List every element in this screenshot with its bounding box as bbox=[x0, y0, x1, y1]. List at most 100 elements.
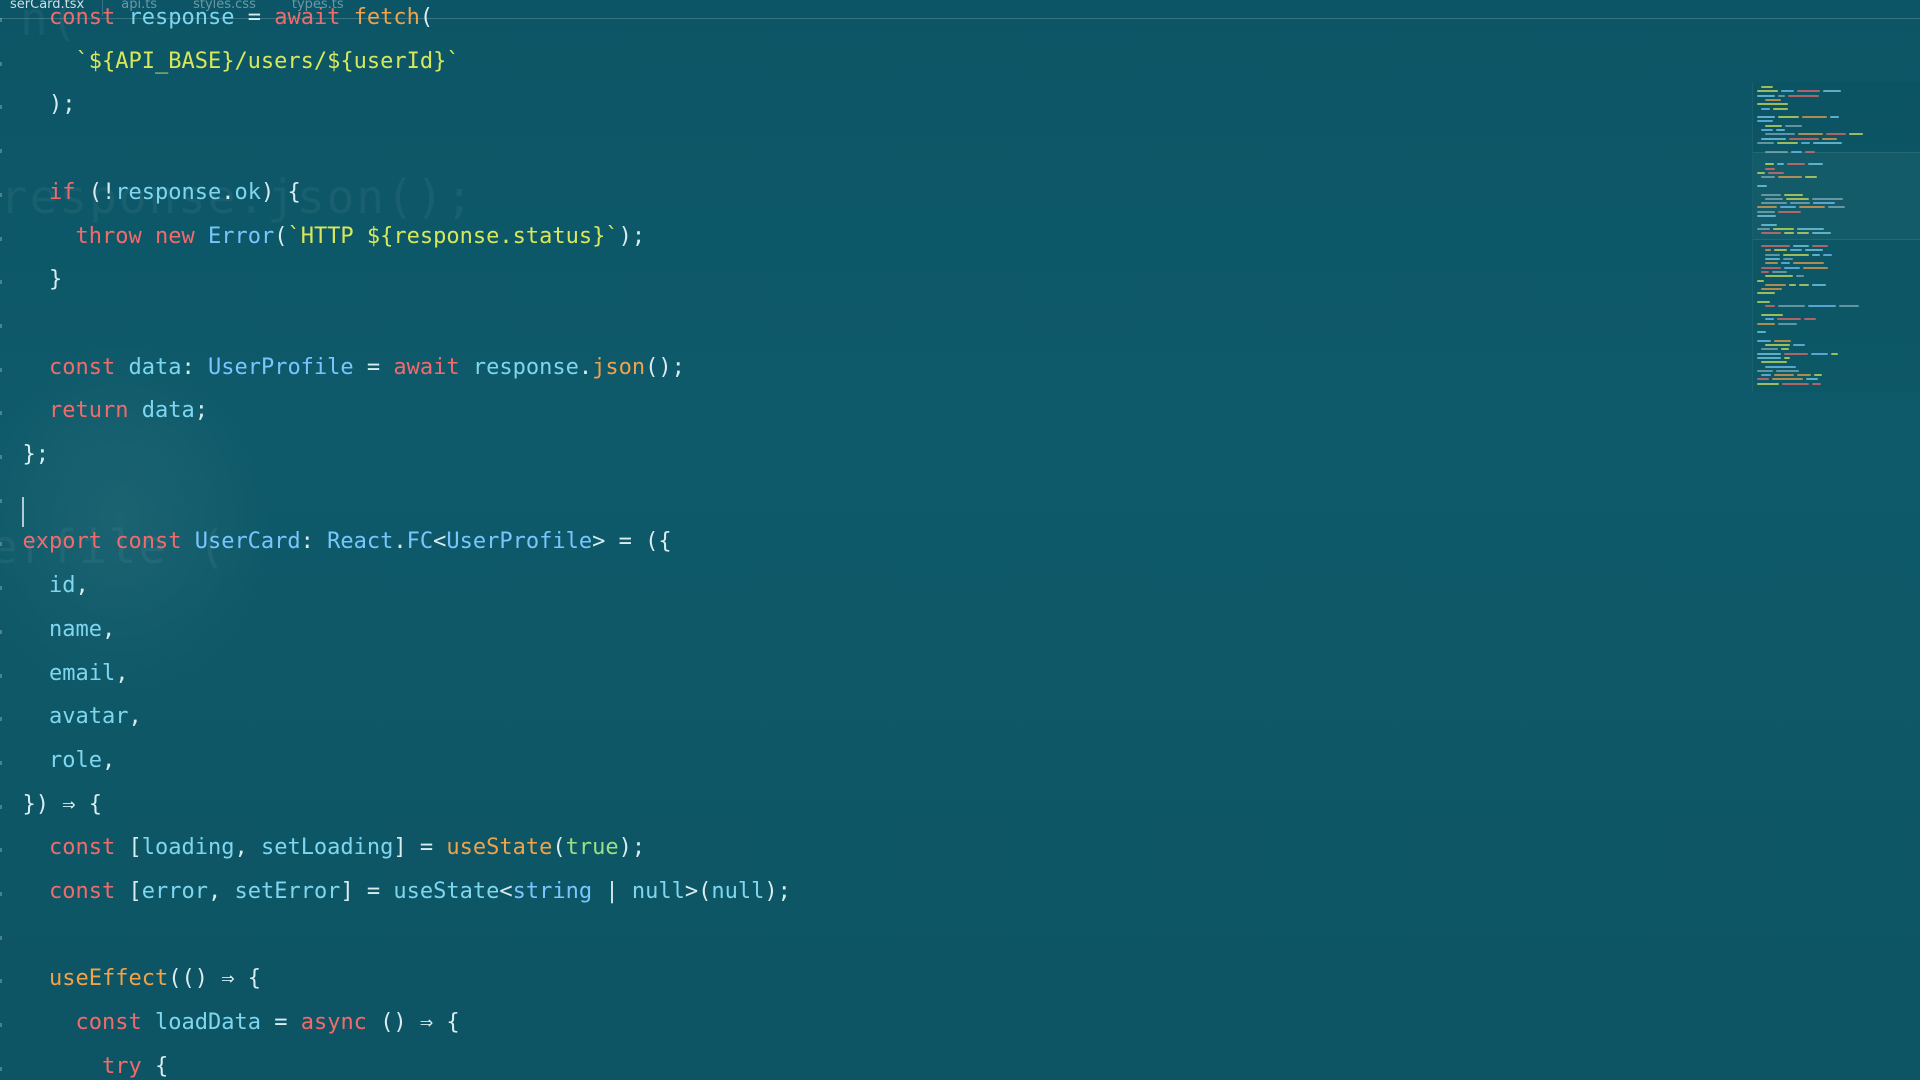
minimap-code-line bbox=[1786, 197, 1809, 200]
minimap-viewport[interactable] bbox=[1753, 152, 1920, 240]
gutter-marker bbox=[0, 586, 2, 591]
code-line[interactable]: name, bbox=[49, 608, 115, 652]
code-line[interactable]: `${API_BASE}/users/${userId}` bbox=[76, 40, 460, 84]
code-token: avatar bbox=[49, 704, 129, 730]
minimap-code-line bbox=[1761, 348, 1778, 351]
minimap-code-line bbox=[1808, 305, 1836, 308]
minimap-code-line bbox=[1757, 339, 1771, 342]
code-token: , bbox=[101, 616, 116, 642]
minimap-code-line bbox=[1812, 197, 1843, 200]
code-line[interactable]: const [loading, setLoading] = useState(t… bbox=[49, 826, 645, 870]
code-line[interactable]: const [error, setError] = useState<strin… bbox=[49, 870, 791, 914]
code-line[interactable]: }; bbox=[23, 433, 50, 477]
minimap-code-line bbox=[1765, 365, 1796, 368]
minimap-code-line bbox=[1761, 288, 1782, 291]
code-token: < bbox=[433, 529, 447, 555]
minimap-code-line bbox=[1778, 322, 1797, 325]
code-token: , bbox=[207, 879, 235, 904]
code-line[interactable]: useEffect(() ⇒ { bbox=[49, 957, 261, 1001]
code-line[interactable]: avatar, bbox=[49, 695, 142, 739]
code-token: UserProfile bbox=[207, 354, 354, 380]
code-token: ok bbox=[234, 179, 261, 205]
minimap-code-line bbox=[1768, 172, 1784, 174]
code-line[interactable]: const data: UserProfile = await response… bbox=[49, 346, 685, 390]
minimap-code-line bbox=[1761, 137, 1786, 140]
gutter-marker bbox=[0, 804, 2, 809]
minimap-code-line bbox=[1806, 378, 1818, 381]
code-token: json bbox=[592, 354, 646, 380]
code-token: { bbox=[154, 1053, 169, 1079]
minimap-code-line bbox=[1761, 245, 1790, 248]
minimap-code-line bbox=[1765, 98, 1781, 101]
code-line[interactable]: if (!response.ok) { bbox=[49, 171, 301, 215]
code-line[interactable]: role, bbox=[49, 739, 115, 783]
minimap-code-line bbox=[1757, 141, 1774, 144]
minimap-code-line bbox=[1757, 94, 1775, 97]
minimap[interactable] bbox=[1752, 82, 1920, 392]
minimap-code-line bbox=[1761, 223, 1777, 226]
code-token: (! bbox=[88, 179, 116, 205]
minimap-code-line bbox=[1765, 305, 1775, 308]
code-line[interactable]: } bbox=[49, 258, 62, 302]
code-token: . bbox=[393, 529, 407, 555]
gutter-marker bbox=[0, 673, 2, 678]
code-token: setLoading bbox=[260, 835, 394, 861]
code-token: = bbox=[247, 5, 275, 30]
minimap-code-line bbox=[1757, 301, 1770, 303]
code-token: const bbox=[115, 529, 195, 555]
code-token: response bbox=[128, 5, 248, 30]
minimap-code-line bbox=[1765, 258, 1780, 260]
code-token: >( bbox=[684, 879, 712, 904]
gutter-marker bbox=[0, 323, 2, 328]
minimap-code-line bbox=[1813, 202, 1835, 205]
minimap-code-line bbox=[1757, 103, 1788, 106]
code-line[interactable]: export const UserCard: React.FC<UserProf… bbox=[23, 520, 672, 564]
code-token: error bbox=[141, 879, 208, 904]
minimap-code-line bbox=[1773, 227, 1794, 230]
code-token: const bbox=[75, 1010, 155, 1036]
minimap-code-line bbox=[1804, 318, 1816, 321]
minimap-code-line bbox=[1776, 369, 1799, 372]
code-token: email bbox=[49, 660, 116, 686]
code-line[interactable]: return data; bbox=[49, 389, 208, 433]
code-line[interactable]: try { bbox=[102, 1045, 168, 1080]
minimap-code-line bbox=[1781, 348, 1789, 351]
code-line[interactable]: id, bbox=[49, 564, 89, 608]
minimap-code-line bbox=[1757, 184, 1767, 187]
gutter-marker bbox=[0, 892, 2, 896]
minimap-code-line bbox=[1761, 107, 1770, 110]
minimap-code-line bbox=[1765, 275, 1793, 278]
minimap-code-line bbox=[1801, 141, 1810, 144]
code-token: < bbox=[499, 879, 513, 904]
code-token: , bbox=[115, 660, 129, 686]
minimap-code-line bbox=[1798, 133, 1823, 136]
code-line[interactable]: }) ⇒ { bbox=[23, 783, 102, 827]
minimap-code-line bbox=[1784, 266, 1800, 269]
code-token: fetch bbox=[353, 5, 420, 30]
minimap-code-line bbox=[1784, 356, 1790, 359]
code-token: > = ({ bbox=[592, 529, 672, 555]
minimap-code-line bbox=[1783, 253, 1809, 256]
code-line[interactable]: ); bbox=[49, 83, 76, 127]
code-line[interactable]: throw new Error(`HTTP ${response.status}… bbox=[76, 215, 646, 259]
code-line[interactable]: const loadData = async () ⇒ { bbox=[76, 1001, 460, 1045]
minimap-code-line bbox=[1811, 352, 1828, 355]
code-token: : bbox=[300, 529, 328, 555]
code-editor[interactable]: serCard.tsx api.ts styles.css types.ts resp… bbox=[0, 0, 1920, 1080]
code-token: async bbox=[300, 1010, 381, 1036]
text-cursor bbox=[22, 497, 24, 527]
minimap-code-line bbox=[1772, 378, 1803, 381]
code-line[interactable]: const response = await fetch( bbox=[49, 0, 433, 40]
code-token: response bbox=[115, 179, 222, 205]
code-token: , bbox=[101, 747, 116, 773]
gutter-marker bbox=[0, 455, 2, 459]
gutter-marker bbox=[0, 236, 2, 241]
minimap-code-line bbox=[1757, 356, 1781, 359]
minimap-code-line bbox=[1778, 116, 1799, 119]
code-token: try bbox=[102, 1053, 155, 1079]
code-line[interactable]: email, bbox=[49, 652, 128, 696]
code-token: await bbox=[274, 5, 354, 30]
minimap-code-line bbox=[1765, 253, 1780, 256]
minimap-code-line bbox=[1761, 232, 1781, 235]
minimap-code-line bbox=[1757, 382, 1779, 385]
